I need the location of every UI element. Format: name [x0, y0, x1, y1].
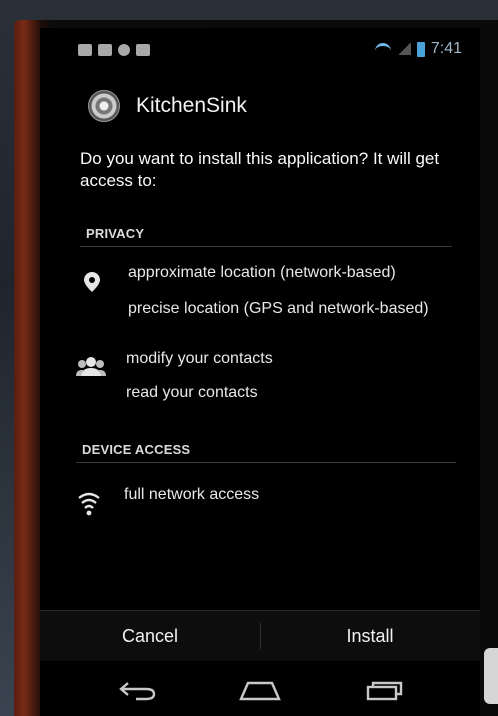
action-bar: Cancel Install [40, 610, 480, 661]
phone-screen: 7:41 KitchenSink Do you want to install … [40, 28, 480, 716]
wifi-icon [78, 490, 100, 522]
back-icon[interactable] [108, 672, 168, 708]
permission-item: modify your contacts [126, 350, 273, 367]
permission-item: approximate location (network-based) [128, 264, 396, 281]
location-pin-icon [84, 272, 100, 298]
clock: 7:41 [430, 40, 462, 57]
app-header: KitchenSink [88, 90, 247, 122]
status-bar: 7:41 [40, 28, 480, 72]
notification-icon [78, 44, 92, 56]
app-title: KitchenSink [136, 94, 247, 117]
notification-icons [78, 44, 150, 56]
recent-apps-icon[interactable] [354, 672, 414, 708]
section-title-device-access: DEVICE ACCESS [82, 442, 191, 457]
wifi-status-icon [374, 43, 391, 55]
permission-item: full network access [124, 486, 260, 503]
home-icon[interactable] [230, 672, 290, 708]
contacts-icon [76, 356, 106, 382]
navigation-bar [40, 662, 480, 716]
volume-widget[interactable] [484, 648, 498, 704]
permission-item: read your contacts [126, 384, 258, 401]
mail-icon [98, 44, 112, 56]
permission-item: precise location (GPS and network-based) [128, 300, 429, 317]
install-question: Do you want to install this application?… [80, 149, 440, 190]
section-divider [76, 462, 456, 463]
battery-icon [416, 41, 425, 57]
signal-icon [396, 43, 411, 55]
sync-icon [118, 44, 130, 56]
mail-icon [136, 44, 150, 56]
install-button[interactable]: Install [260, 611, 480, 661]
cancel-button[interactable]: Cancel [40, 611, 260, 661]
system-icons: 7:41 [374, 40, 462, 58]
section-title-privacy: PRIVACY [86, 226, 145, 241]
section-divider [80, 246, 452, 247]
app-icon [88, 90, 120, 122]
